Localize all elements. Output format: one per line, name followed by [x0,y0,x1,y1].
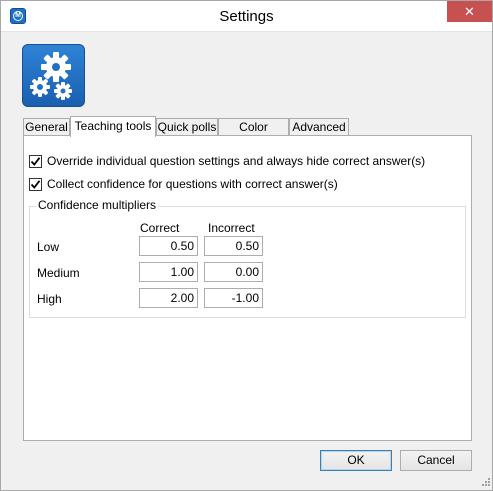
title-bar[interactable]: M Settings ✕ [1,1,492,32]
medium-correct-input[interactable]: 1.00 [139,262,198,282]
high-incorrect-input[interactable]: -1.00 [204,288,263,308]
ok-button[interactable]: OK [320,450,392,471]
settings-gears-icon [22,44,85,107]
correct-column-header: Correct [140,221,180,235]
teaching-tools-panel: Override individual question settings an… [23,135,472,441]
confidence-label: Collect confidence for questions with co… [47,177,338,191]
medium-label: Medium [37,266,80,280]
tab-general[interactable]: General [23,118,70,136]
low-incorrect-input[interactable]: 0.50 [204,236,263,256]
tab-teaching-tools[interactable]: Teaching tools [70,116,156,137]
close-button[interactable]: ✕ [447,1,492,22]
resize-grip-icon[interactable] [479,477,491,489]
confidence-multipliers-legend: Confidence multipliers [36,198,159,212]
high-correct-input[interactable]: 2.00 [139,288,198,308]
override-label: Override individual question settings an… [47,154,426,168]
tab-color-themes[interactable]: Color themes [218,118,289,150]
override-checkbox[interactable] [29,154,42,168]
cancel-button[interactable]: Cancel [400,450,472,471]
tab-advanced[interactable]: Advanced [289,118,349,136]
medium-incorrect-input[interactable]: 0.00 [204,262,263,282]
low-label: Low [37,240,60,254]
confidence-checkbox[interactable] [29,177,42,191]
settings-window: M Settings ✕ General Teaching tools Quic… [0,0,493,491]
low-correct-input[interactable]: 0.50 [139,236,198,256]
window-title: Settings [219,8,274,25]
high-label: High [37,292,62,306]
confidence-multipliers-group: Confidence multipliers Correct Incorrect… [29,198,466,318]
incorrect-column-header: Incorrect [208,221,255,235]
confidence-row[interactable]: Collect confidence for questions with co… [29,176,338,192]
tab-quick-polls[interactable]: Quick polls [156,118,218,136]
override-row[interactable]: Override individual question settings an… [29,153,425,169]
